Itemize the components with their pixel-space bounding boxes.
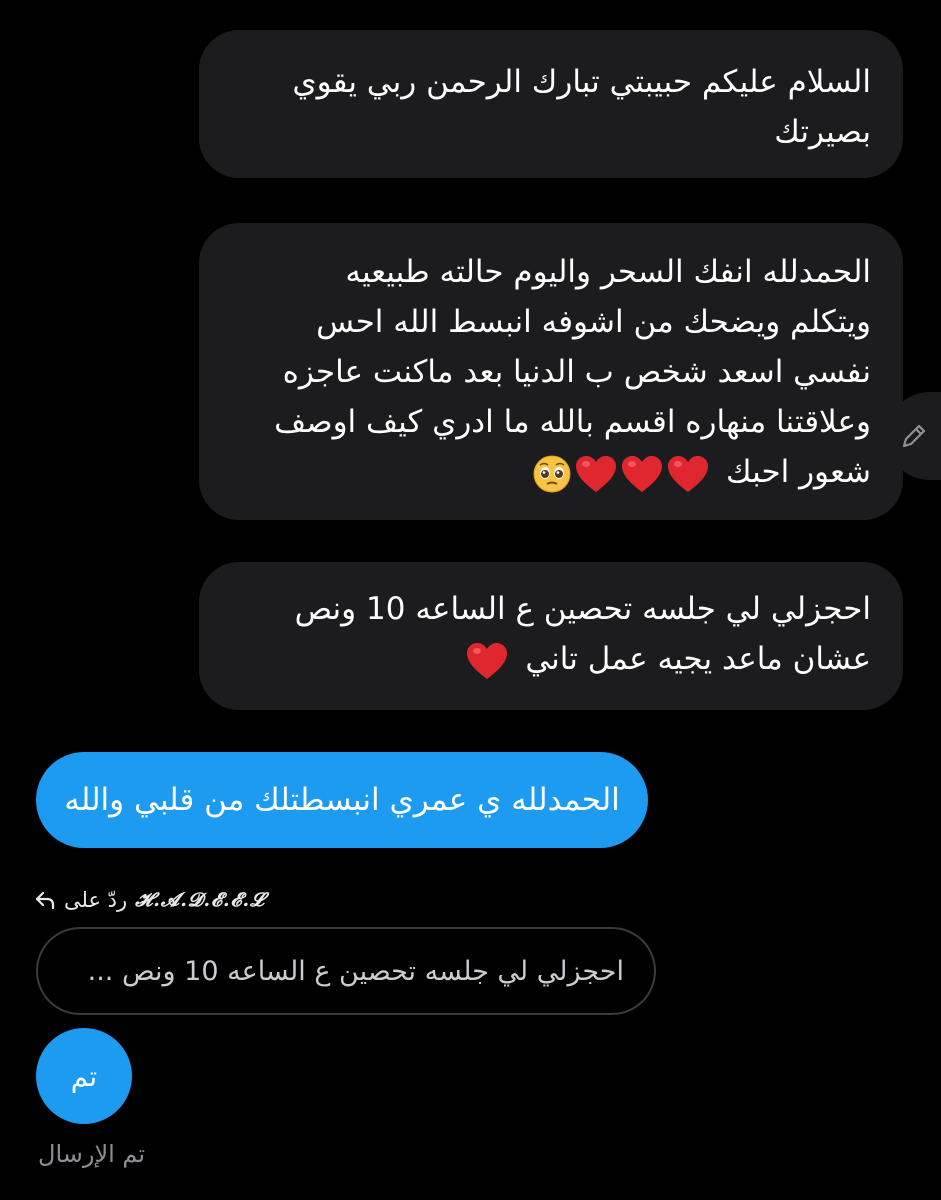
- incoming-message-greeting[interactable]: السلام عليكم حبيبتي تبارك الرحمن ربي يقو…: [199, 30, 903, 178]
- message-text: تم: [70, 1059, 98, 1093]
- message-text: السلام عليكم حبيبتي تبارك الرحمن ربي يقو…: [292, 64, 871, 150]
- message-text: احجزلي لي جلسه تحصين ع الساعه 10 ونص عشا…: [294, 591, 871, 677]
- outgoing-message-short[interactable]: تم: [36, 1028, 132, 1124]
- outgoing-message[interactable]: الحمدلله ي عمري انبسطتلك من قلبي والله: [36, 752, 648, 848]
- incoming-message-update[interactable]: الحمدلله انفك السحر واليوم حالته طبيعيه …: [199, 223, 903, 520]
- reply-context-label: ردّ على 𝓗.𝓐.𝓓.𝓔.𝓔.𝓛: [34, 884, 265, 916]
- red-heart-icon: [576, 455, 617, 492]
- emoji-group: [532, 454, 710, 494]
- pencil-icon: [902, 424, 925, 448]
- reply-username: 𝓗.𝓐.𝓓.𝓔.𝓔.𝓛: [135, 889, 265, 911]
- sent-status: تم الإرسال: [38, 1140, 146, 1168]
- pleading-face-icon: [533, 455, 571, 492]
- reply-arrow-icon: [35, 891, 55, 910]
- quoted-text: احجزلي لي جلسه تحصين ع الساعه 10 ونص ...: [87, 955, 624, 987]
- quoted-reply[interactable]: احجزلي لي جلسه تحصين ع الساعه 10 ونص ...: [36, 927, 656, 1015]
- red-heart-icon: [668, 455, 709, 492]
- red-heart-icon: [467, 642, 508, 679]
- incoming-message-booking[interactable]: احجزلي لي جلسه تحصين ع الساعه 10 ونص عشا…: [199, 562, 903, 710]
- reply-prefix: ردّ على: [64, 888, 128, 912]
- chat-screen: السلام عليكم حبيبتي تبارك الرحمن ربي يقو…: [0, 0, 941, 1200]
- message-text: الحمدلله ي عمري انبسطتلك من قلبي والله: [64, 782, 620, 818]
- red-heart-icon: [622, 455, 663, 492]
